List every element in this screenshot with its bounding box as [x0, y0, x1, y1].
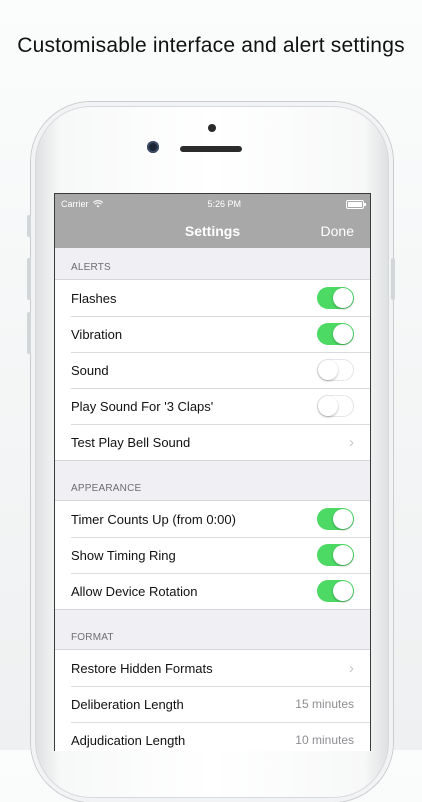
- settings-row: Show Timing Ring: [55, 537, 370, 573]
- earpiece-speaker: [180, 146, 242, 152]
- row-label: Sound: [71, 362, 109, 378]
- clock-time: 5:26 PM: [207, 199, 242, 209]
- toggle-switch[interactable]: [317, 395, 354, 417]
- toggle-switch[interactable]: [317, 287, 354, 309]
- status-bar: Carrier 5:26 PM: [55, 194, 370, 214]
- row-label: Allow Device Rotation: [71, 583, 198, 599]
- toggle-switch[interactable]: [317, 544, 354, 566]
- page-title: Settings: [184, 223, 241, 239]
- settings-row: Allow Device Rotation: [55, 573, 370, 609]
- row-label: Show Timing Ring: [71, 547, 176, 563]
- settings-row: Play Sound For '3 Claps': [55, 388, 370, 424]
- settings-row[interactable]: Deliberation Length 15 minutes: [55, 686, 370, 722]
- volume-up-button: [27, 258, 31, 300]
- settings-row: Timer Counts Up (from 0:00): [55, 501, 370, 537]
- row-label: Vibration: [71, 326, 123, 342]
- row-label: Test Play Bell Sound: [71, 434, 191, 450]
- row-label: Play Sound For '3 Claps': [71, 398, 214, 414]
- marketing-headline: Customisable interface and alert setting…: [17, 34, 405, 57]
- section-header: APPEARANCE: [71, 483, 142, 494]
- toggle-knob: [318, 360, 338, 380]
- settings-row[interactable]: Adjudication Length 10 minutes: [55, 722, 370, 751]
- side-button: [27, 215, 31, 237]
- done-button[interactable]: Done: [321, 223, 354, 239]
- battery-icon: [345, 199, 366, 209]
- section-header: FORMAT: [71, 632, 114, 643]
- toggle-switch[interactable]: [317, 323, 354, 345]
- carrier-label: Carrier: [61, 199, 89, 209]
- navigation-bar: Settings Done: [55, 214, 370, 248]
- phone-screen: Carrier 5:26 PM Settings Done ALERTS Flas…: [54, 193, 371, 751]
- row-label: Restore Hidden Formats: [71, 660, 213, 676]
- settings-row: Vibration: [55, 316, 370, 352]
- power-button: [391, 258, 395, 300]
- toggle-knob: [333, 288, 353, 308]
- chevron-right-icon: ›: [349, 433, 354, 451]
- wifi-icon: [92, 200, 103, 208]
- toggle-knob: [318, 396, 338, 416]
- settings-row[interactable]: Restore Hidden Formats ›: [55, 650, 370, 686]
- settings-row: Sound: [55, 352, 370, 388]
- toggle-knob: [333, 581, 353, 601]
- settings-row[interactable]: Test Play Bell Sound ›: [55, 424, 370, 460]
- toggle-knob: [333, 509, 353, 529]
- settings-group: Timer Counts Up (from 0:00) Show Timing R…: [55, 500, 370, 610]
- chevron-right-icon: ›: [349, 659, 354, 677]
- toggle-switch[interactable]: [317, 359, 354, 381]
- toggle-switch[interactable]: [317, 508, 354, 530]
- row-detail-value: 10 minutes: [295, 733, 354, 747]
- row-label: Flashes: [71, 290, 117, 306]
- volume-down-button: [27, 312, 31, 354]
- toggle-switch[interactable]: [317, 580, 354, 602]
- row-label: Timer Counts Up (from 0:00): [71, 511, 236, 527]
- row-label: Adjudication Length: [71, 732, 186, 748]
- toggle-knob: [333, 324, 353, 344]
- proximity-sensor: [208, 124, 216, 132]
- row-detail-value: 15 minutes: [295, 697, 354, 711]
- front-camera: [147, 141, 159, 153]
- settings-group: Flashes Vibration Sound Play Sound For '3 C…: [55, 279, 370, 461]
- settings-list: ALERTS Flashes Vibration Sound Play Sound Fo…: [55, 248, 370, 751]
- section-header: ALERTS: [71, 262, 111, 273]
- settings-group: Restore Hidden Formats › Deliberation Leng…: [55, 649, 370, 751]
- settings-row: Flashes: [55, 280, 370, 316]
- row-label: Deliberation Length: [71, 696, 184, 712]
- toggle-knob: [333, 545, 353, 565]
